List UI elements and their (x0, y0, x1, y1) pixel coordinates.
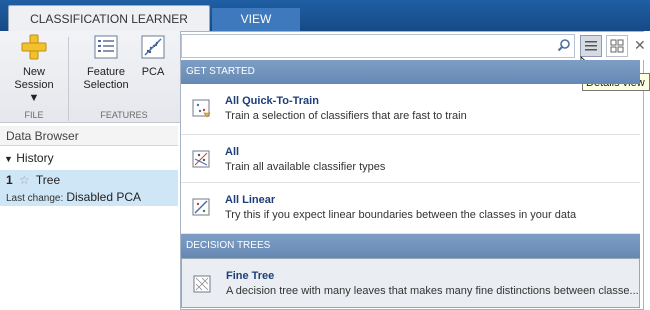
classifier-icon (191, 97, 213, 119)
new-session-label-line1: New (22, 66, 45, 78)
model-name: Tree (35, 173, 61, 187)
gallery-item-description: Train all available classifier types (225, 161, 386, 173)
pca-icon (138, 32, 168, 62)
gallery-item-title: All Linear (225, 194, 276, 206)
section-header-decision-trees: DECISION TREES (181, 234, 640, 258)
list-icon (585, 41, 597, 51)
history-model-item[interactable]: 1 ☆ Tree Last change: Disabled PCA (0, 170, 178, 206)
feature-selection-icon (91, 32, 121, 62)
history-header[interactable]: ▼ History (0, 148, 178, 168)
model-number: 1 (6, 173, 13, 187)
new-session-label-line2: Session ▼ (14, 79, 54, 104)
section-label-file: FILE (24, 110, 44, 120)
gallery-item-fine-tree[interactable]: Fine Tree A decision tree with many leav… (181, 258, 640, 308)
icon-view-button[interactable] (606, 35, 628, 57)
gallery-item-title: Fine Tree (226, 270, 275, 282)
gallery-item-description: A decision tree with many leaves that ma… (226, 285, 639, 297)
details-view-button[interactable] (580, 35, 602, 57)
classifier-icon (191, 196, 213, 218)
history-label: History (16, 151, 54, 165)
search-icon[interactable] (557, 38, 571, 52)
data-browser-header: Data Browser (0, 126, 178, 146)
section-label-features: FEATURES (100, 110, 148, 120)
tab-classification-learner[interactable]: CLASSIFICATION LEARNER (8, 5, 210, 32)
gallery-item-all-linear[interactable]: All Linear Try this if you expect linear… (181, 183, 640, 234)
gallery-item-title: All Quick-To-Train (225, 95, 319, 107)
tab-view[interactable]: VIEW (212, 8, 300, 31)
gallery-item-title: All (225, 146, 240, 158)
gallery-search-input[interactable] (181, 34, 575, 58)
classifier-icon (191, 148, 213, 170)
grid-icon (610, 39, 624, 53)
close-icon[interactable]: ✕ (634, 37, 646, 54)
feature-selection-label-line1: Feature (87, 66, 125, 78)
gallery-item-all[interactable]: All Train all available classifier types (181, 135, 640, 183)
feature-selection-button[interactable]: Feature Selection (80, 32, 132, 92)
gallery-item-description: Train a selection of classifiers that ar… (225, 110, 467, 122)
gallery-item-all-quick-to-train[interactable]: All Quick-To-Train Train a selection of … (181, 84, 640, 135)
last-change-value: Disabled PCA (66, 190, 142, 204)
plus-icon (19, 32, 49, 62)
star-icon[interactable]: ☆ (19, 173, 30, 187)
pca-button[interactable]: PCA (134, 32, 172, 79)
pca-label: PCA (141, 66, 165, 78)
gallery-item-description: Try this if you expect linear boundaries… (225, 209, 577, 221)
section-divider (68, 37, 69, 121)
tree-icon (192, 273, 214, 295)
collapse-triangle-icon[interactable]: ▼ (4, 154, 13, 164)
last-change-label: Last change: (6, 193, 64, 204)
section-header-get-started: GET STARTED (181, 60, 640, 84)
feature-selection-label-line2: Selection (83, 79, 129, 91)
new-session-button[interactable]: New Session ▼ (8, 32, 60, 105)
